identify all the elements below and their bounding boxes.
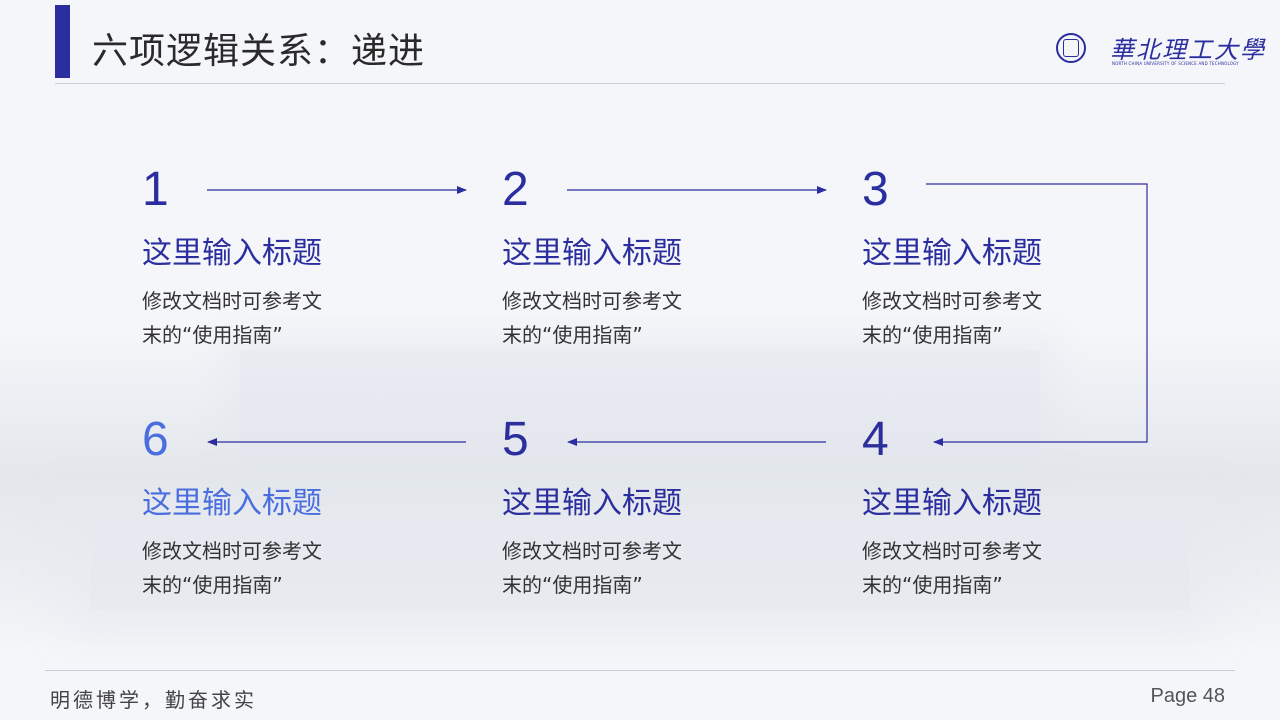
step-number: 5 [502,413,529,466]
progression-arrows [207,183,1148,446]
step-4: 4 这里输入标题 修改文档时可参考文 末的“使用指南” [862,416,1092,602]
step-number: 6 [142,413,169,466]
step-title: 这里输入标题 [142,236,322,271]
page-number: Page 48 [1150,685,1225,707]
step-desc-line: 末的“使用指南” [142,573,283,597]
step-number: 2 [502,163,529,216]
step-number: 4 [862,413,889,466]
footer-divider [45,670,1235,671]
step-number: 1 [142,163,169,216]
step-title: 这里输入标题 [502,486,682,521]
step-description: 修改文档时可参考文 末的“使用指南” [142,534,352,602]
step-desc-line: 末的“使用指南” [142,323,283,347]
step-desc-line: 修改文档时可参考文 [862,289,1042,313]
step-number: 3 [862,163,889,216]
step-title: 这里输入标题 [862,236,1042,271]
step-desc-line: 末的“使用指南” [862,573,1003,597]
step-5: 5 这里输入标题 修改文档时可参考文 末的“使用指南” [502,416,732,602]
step-desc-line: 末的“使用指南” [862,323,1003,347]
step-desc-line: 修改文档时可参考文 [502,539,682,563]
step-description: 修改文档时可参考文 末的“使用指南” [502,534,712,602]
step-title: 这里输入标题 [142,486,322,521]
step-description: 修改文档时可参考文 末的“使用指南” [142,284,352,352]
step-1: 1 这里输入标题 修改文档时可参考文 末的“使用指南” [142,166,372,352]
step-title: 这里输入标题 [502,236,682,271]
step-description: 修改文档时可参考文 末的“使用指南” [862,284,1072,352]
step-desc-line: 修改文档时可参考文 [862,539,1042,563]
step-desc-line: 末的“使用指南” [502,573,643,597]
step-desc-line: 修改文档时可参考文 [502,289,682,313]
step-description: 修改文档时可参考文 末的“使用指南” [502,284,712,352]
footer-motto: 明德博学，勤奋求实 [50,688,257,712]
step-desc-line: 修改文档时可参考文 [142,539,322,563]
step-6: 6 这里输入标题 修改文档时可参考文 末的“使用指南” [142,416,372,602]
step-desc-line: 末的“使用指南” [502,323,643,347]
step-2: 2 这里输入标题 修改文档时可参考文 末的“使用指南” [502,166,732,352]
step-description: 修改文档时可参考文 末的“使用指南” [862,534,1072,602]
step-3: 3 这里输入标题 修改文档时可参考文 末的“使用指南” [862,166,1092,352]
step-desc-line: 修改文档时可参考文 [142,289,322,313]
step-title: 这里输入标题 [862,486,1042,521]
